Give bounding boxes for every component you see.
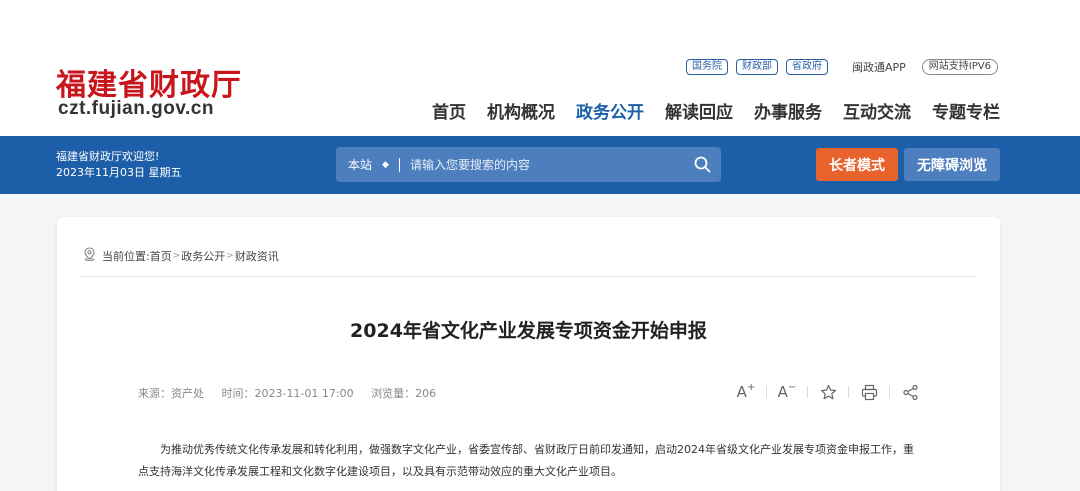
- accessible-browse-button[interactable]: 无障碍浏览: [904, 148, 1000, 181]
- nav-item-interpretation[interactable]: 解读回应: [665, 98, 733, 123]
- nav-item-gov-affairs[interactable]: 政务公开: [576, 98, 644, 123]
- breadcrumb-separator: >: [226, 250, 234, 261]
- article-body: 为推动优秀传统文化传承发展和转化利用，做强数字文化产业，省委宣传部、省财政厅日前…: [138, 443, 914, 478]
- search-box: 本站 ◆: [336, 147, 721, 182]
- top-link-ministry-finance[interactable]: 财政部: [736, 59, 778, 75]
- article-views: 浏览量：206: [371, 387, 437, 400]
- scope-dropdown-icon[interactable]: ◆: [382, 160, 389, 170]
- breadcrumb-gov-affairs[interactable]: 政务公开: [181, 248, 225, 264]
- tool-divider: [889, 386, 890, 398]
- ipv6-badge: 网站支持IPV6: [921, 59, 998, 75]
- elder-mode-button[interactable]: 长者模式: [816, 148, 898, 181]
- article-meta: 来源：资产处 时间：2023-11-01 17:00 浏览量：206: [138, 385, 450, 401]
- tool-divider: [766, 386, 767, 398]
- top-links: 国务院 财政部 省政府 闽政通APP 网站支持IPV6: [686, 59, 998, 75]
- article-card: 当前位置: 首页 > 政务公开 > 财政资讯 2024年省文化产业发展专项资金开…: [57, 217, 1000, 491]
- breadcrumb-separator: >: [172, 250, 181, 261]
- print-icon[interactable]: [860, 383, 878, 401]
- search-bar-strip: 福建省财政厅欢迎您! 2023年11月03日 星期五 本站 ◆ 长者模式 无障碍…: [0, 136, 1080, 194]
- article-source: 来源：资产处: [138, 387, 204, 400]
- site-header: 福建省财政厅 czt.fujian.gov.cn 国务院 财政部 省政府 闽政通…: [0, 0, 1080, 136]
- font-increase-mark: +: [746, 381, 756, 393]
- article-title: 2024年省文化产业发展专项资金开始申报: [350, 320, 707, 342]
- breadcrumb-finance-news[interactable]: 财政资讯: [235, 248, 279, 264]
- article-tools: A + A −: [736, 381, 919, 402]
- nav-item-interaction[interactable]: 互动交流: [843, 98, 911, 123]
- star-icon[interactable]: [819, 383, 837, 401]
- search-divider: [398, 157, 400, 172]
- welcome-line: 福建省财政厅欢迎您!: [56, 150, 160, 163]
- breadcrumb: 当前位置: 首页 > 政务公开 > 财政资讯: [83, 247, 279, 264]
- font-increase-icon[interactable]: A +: [736, 381, 756, 402]
- nav-item-services[interactable]: 办事服务: [754, 98, 822, 123]
- font-decrease-letter: A: [777, 383, 788, 401]
- search-icon[interactable]: [694, 156, 711, 177]
- breadcrumb-home[interactable]: 首页: [150, 248, 172, 264]
- search-input[interactable]: [409, 157, 670, 172]
- date-line: 2023年11月03日 星期五: [56, 166, 182, 179]
- font-increase-letter: A: [736, 383, 747, 401]
- tool-divider: [807, 386, 808, 398]
- search-scope-select[interactable]: 本站: [348, 156, 372, 173]
- nav-item-topics[interactable]: 专题专栏: [932, 98, 1000, 123]
- tool-divider: [848, 386, 849, 398]
- nav-item-home[interactable]: 首页: [432, 98, 466, 123]
- nav-item-organization[interactable]: 机构概况: [487, 98, 555, 123]
- top-link-province-gov[interactable]: 省政府: [786, 59, 828, 75]
- breadcrumb-divider: [81, 276, 977, 277]
- welcome-text: 福建省财政厅欢迎您! 2023年11月03日 星期五: [56, 149, 182, 181]
- top-link-state-council[interactable]: 国务院: [686, 59, 728, 75]
- article-time: 时间：2023-11-01 17:00: [221, 387, 354, 400]
- font-decrease-icon[interactable]: A −: [777, 381, 797, 402]
- app-link[interactable]: 闽政通APP: [852, 59, 906, 75]
- main-nav: 首页 机构概况 政务公开 解读回应 办事服务 互动交流 专题专栏: [411, 98, 1000, 123]
- breadcrumb-label: 当前位置:: [102, 249, 150, 263]
- font-decrease-mark: −: [787, 381, 797, 393]
- site-logo-url[interactable]: czt.fujian.gov.cn: [58, 98, 214, 120]
- share-icon[interactable]: [901, 383, 919, 401]
- location-icon: [83, 247, 96, 264]
